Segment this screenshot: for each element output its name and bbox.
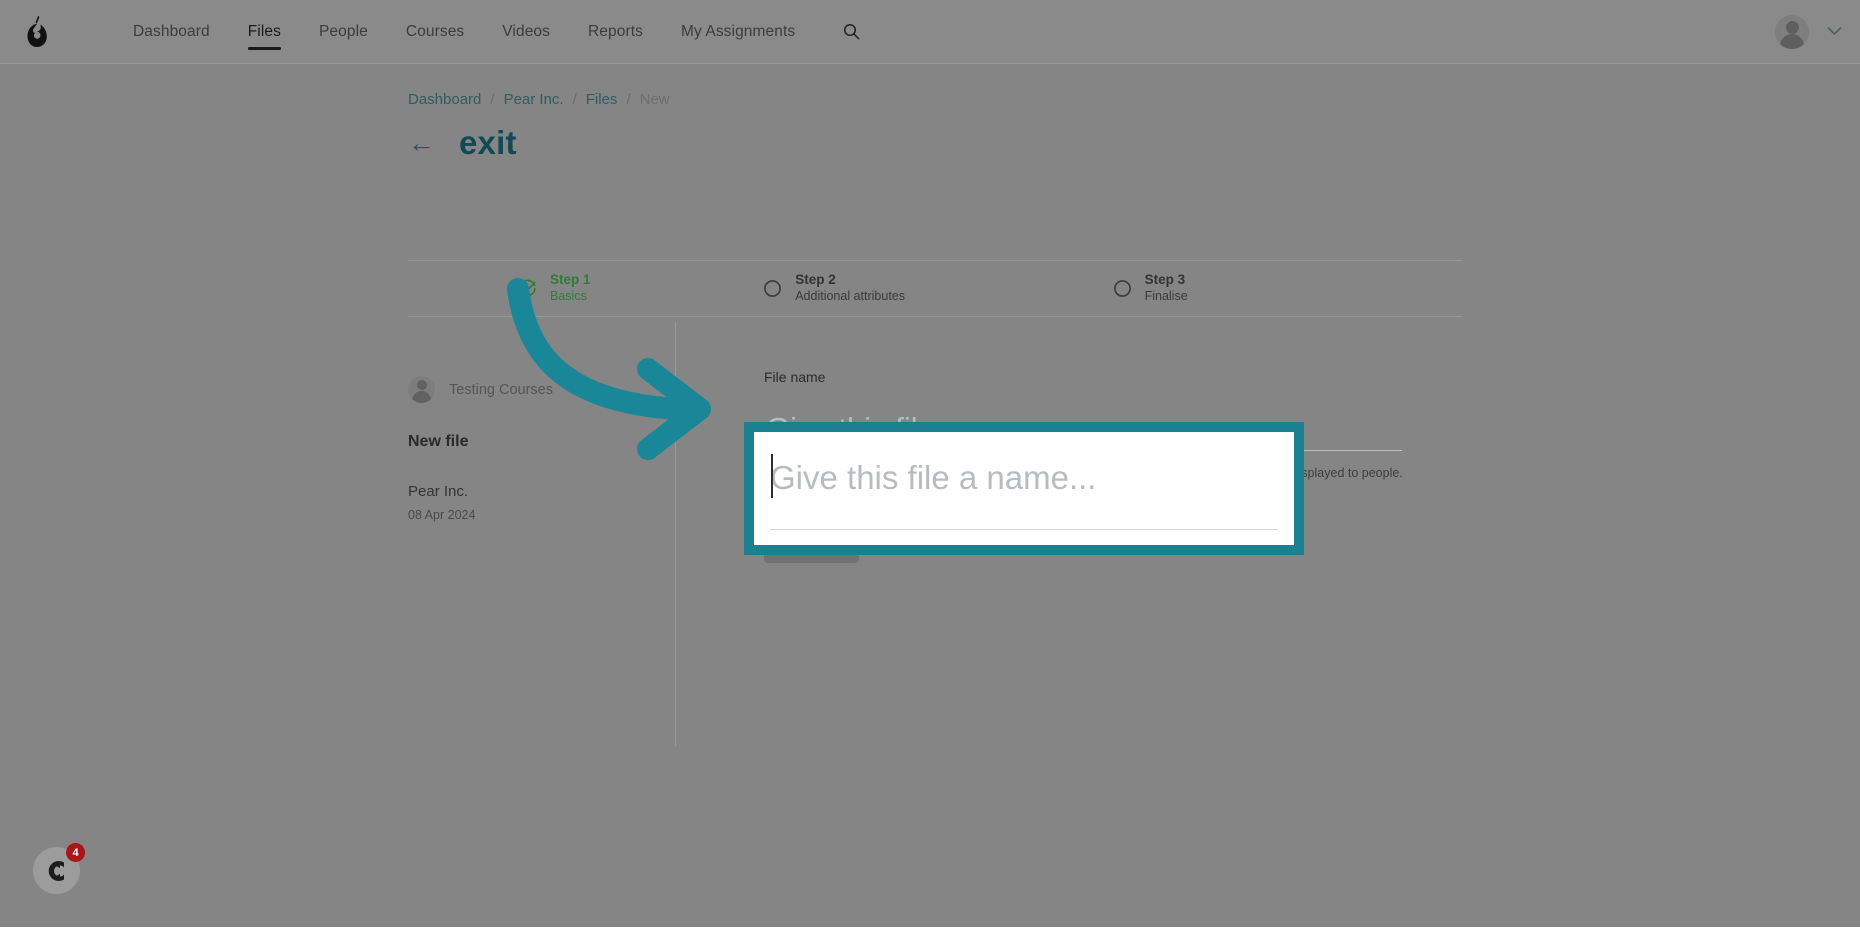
nav-item-my-assignments[interactable]: My Assignments: [662, 0, 814, 63]
chat-unread-badge: 4: [66, 843, 85, 862]
vertical-divider: [675, 322, 676, 746]
nav-label: Files: [248, 23, 281, 41]
nav-label: Reports: [588, 23, 643, 41]
stepper-step-1[interactable]: Step 1 Basics: [408, 272, 763, 305]
avatar-body: [1780, 34, 1804, 49]
nav-item-reports[interactable]: Reports: [569, 0, 662, 63]
stepper-step-2[interactable]: Step 2 Additional attributes: [763, 272, 1112, 305]
breadcrumb-separator: /: [573, 91, 577, 108]
avatar-head: [1786, 21, 1799, 34]
nav-items: Dashboard Files People Courses Videos Re…: [114, 0, 866, 63]
text-caret: [771, 454, 773, 498]
avatar-body: [412, 391, 431, 403]
step-2-subtitle: Additional attributes: [795, 289, 905, 305]
file-name-label: File name: [764, 369, 1404, 385]
nav-item-files[interactable]: Files: [229, 0, 300, 63]
stepper-divider: [408, 316, 1462, 317]
page-header: ← exit: [408, 124, 517, 162]
top-navigation-bar: Dashboard Files People Courses Videos Re…: [0, 0, 1860, 64]
pear-logo-icon[interactable]: [10, 15, 66, 49]
search-icon[interactable]: [836, 17, 866, 47]
file-name-input[interactable]: [770, 450, 1278, 506]
stepper-step-3[interactable]: Step 3 Finalise: [1113, 272, 1462, 305]
chat-widget-button[interactable]: 4: [33, 847, 80, 894]
file-title: New file: [408, 433, 658, 451]
page-content: Dashboard / Pear Inc. / Files / New ← ex…: [0, 64, 1860, 927]
nav-label: Videos: [502, 23, 550, 41]
nav-item-people[interactable]: People: [300, 0, 387, 63]
nav-item-courses[interactable]: Courses: [387, 0, 483, 63]
owner-avatar-icon: [408, 376, 435, 403]
breadcrumb: Dashboard / Pear Inc. / Files / New: [408, 91, 670, 108]
nav-label: Courses: [406, 23, 464, 41]
page-title[interactable]: exit: [459, 124, 517, 162]
nav-label: People: [319, 23, 368, 41]
step-2-labels: Step 2 Additional attributes: [795, 272, 905, 305]
chevron-down-icon[interactable]: [1827, 23, 1842, 41]
step-3-labels: Step 3 Finalise: [1145, 272, 1188, 305]
stepper: Step 1 Basics Step 2 Additional attribut…: [408, 261, 1462, 316]
breadcrumb-item-dashboard[interactable]: Dashboard: [408, 91, 481, 108]
created-date: 08 Apr 2024: [408, 508, 658, 522]
chat-logo-icon: [42, 856, 72, 886]
file-name-highlight-box: [744, 422, 1304, 555]
avatar-head: [417, 380, 427, 390]
step-2-title: Step 2: [795, 272, 905, 289]
nav-label: Dashboard: [133, 23, 210, 41]
breadcrumb-item-pear-inc[interactable]: Pear Inc.: [504, 91, 564, 108]
owner-name: Testing Courses: [449, 382, 553, 398]
file-summary-panel: Testing Courses New file Pear Inc. 08 Ap…: [408, 376, 658, 522]
empty-circle-icon: [1113, 279, 1132, 298]
breadcrumb-item-new: New: [640, 91, 670, 108]
step-3-title: Step 3: [1145, 272, 1188, 289]
user-avatar-icon[interactable]: [1775, 15, 1809, 49]
check-circle-icon: [518, 279, 537, 298]
empty-circle-icon: [763, 279, 782, 298]
owner-row: Testing Courses: [408, 376, 658, 403]
nav-item-dashboard[interactable]: Dashboard: [114, 0, 229, 63]
topnav-right: [1775, 15, 1842, 49]
step-1-title: Step 1: [550, 272, 591, 289]
breadcrumb-item-files[interactable]: Files: [586, 91, 618, 108]
step-1-subtitle: Basics: [550, 289, 591, 305]
input-underline: [770, 529, 1278, 530]
step-1-labels: Step 1 Basics: [550, 272, 591, 305]
back-arrow-icon[interactable]: ←: [408, 130, 433, 157]
nav-item-videos[interactable]: Videos: [483, 0, 569, 63]
app-root: Dashboard Files People Courses Videos Re…: [0, 0, 1860, 927]
file-name-highlight-inner: [754, 432, 1294, 545]
nav-label: My Assignments: [681, 23, 795, 41]
step-3-subtitle: Finalise: [1145, 289, 1188, 305]
organisation-name: Pear Inc.: [408, 483, 658, 500]
breadcrumb-separator: /: [626, 91, 630, 108]
breadcrumb-separator: /: [490, 91, 494, 108]
